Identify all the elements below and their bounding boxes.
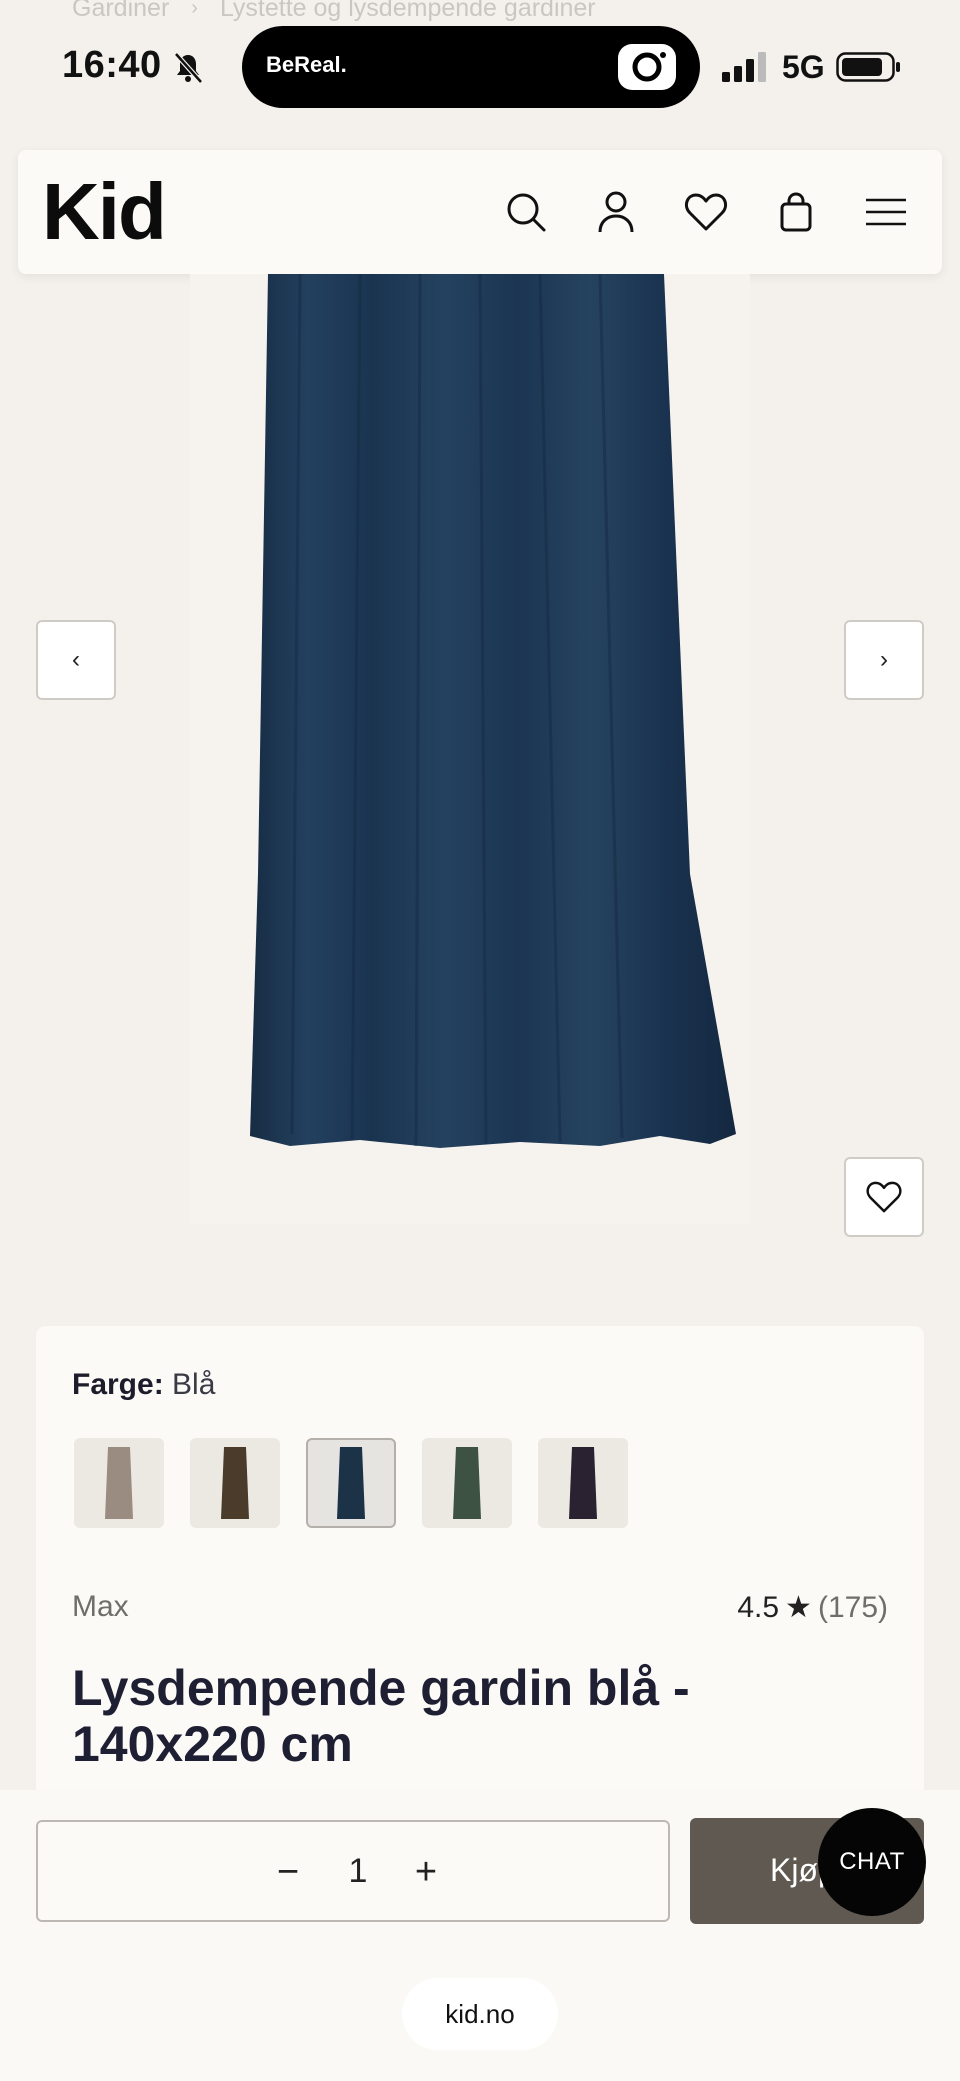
shopping-bag-icon[interactable] [772,188,820,236]
increase-quantity-button[interactable]: + [396,1842,456,1902]
swatch-green[interactable] [422,1438,512,1528]
signal-icon [722,52,766,82]
url-text: kid.no [445,1998,515,2029]
browser-url-bar[interactable]: kid.no [402,1978,558,2050]
color-value: Blå [172,1368,216,1401]
add-to-wishlist-button[interactable] [844,1157,924,1237]
rating-value: 4.5 [737,1590,780,1624]
product-rating[interactable]: 4.5 ★ (175) [737,1590,888,1625]
product-title: Lysdempende gardin blå - 140x220 cm [72,1660,690,1772]
status-time: 16:40 [62,44,162,86]
curtain-thumbnail-icon [337,1447,365,1519]
color-selector-label: Farge: Blå [72,1368,215,1402]
curtain-thumbnail-icon [105,1447,133,1519]
review-count: (175) [817,1590,888,1624]
breadcrumb-item-current[interactable]: Lystette og lysdempende gardiner [220,0,596,23]
site-header: Kid [18,150,942,274]
product-info-card: Farge: Blå Max 4.5 ★ (175) Lysdempende g… [36,1326,924,1826]
brand-name[interactable]: Max [72,1590,129,1624]
heart-icon[interactable] [682,188,730,236]
quantity-value[interactable]: 1 [338,1852,378,1891]
swatch-purple[interactable] [538,1438,628,1528]
previous-image-button[interactable]: ‹ [36,620,116,700]
star-icon: ★ [785,1591,812,1624]
heart-icon [866,1181,902,1213]
chevron-right-icon: › [191,0,198,19]
account-icon[interactable] [592,188,640,236]
menu-icon[interactable] [862,188,910,236]
curtain-thumbnail-icon [453,1447,481,1519]
kid-logo[interactable]: Kid [42,172,167,252]
chat-label: CHAT [839,1848,905,1875]
bell-muted-icon [174,52,203,84]
chevron-left-icon: ‹ [72,646,80,673]
dynamic-island[interactable]: BeReal. [242,26,700,108]
breadcrumb: Gardiner › Lystette og lysdempende gardi… [72,0,596,23]
curtain-thumbnail-icon [221,1447,249,1519]
chat-button[interactable]: CHAT [818,1808,926,1916]
status-bar: 16:40 BeReal. 5G [0,22,960,110]
decrease-quantity-button[interactable]: − [258,1842,318,1902]
swatch-blue[interactable] [306,1438,396,1528]
swatch-brown[interactable] [190,1438,280,1528]
next-image-button[interactable]: › [844,620,924,700]
network-label: 5G [782,49,825,85]
swatch-beige[interactable] [74,1438,164,1528]
battery-icon [836,52,900,82]
chevron-right-icon: › [880,646,888,673]
color-swatches [74,1438,628,1528]
island-app-label: BeReal. [266,52,347,77]
camera-icon [618,44,676,90]
color-label: Farge: [72,1368,164,1401]
quantity-stepper: − 1 + [36,1820,670,1922]
product-image-curtain[interactable] [0,273,960,1274]
search-icon[interactable] [502,188,550,236]
breadcrumb-item-gardiner[interactable]: Gardiner [72,0,169,23]
curtain-thumbnail-icon [569,1447,597,1519]
